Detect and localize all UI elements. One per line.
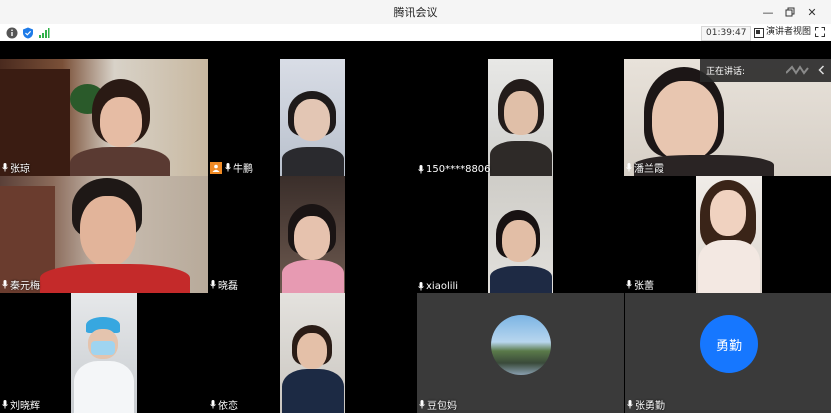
- participant-label: 张蕾: [626, 277, 654, 292]
- participant-label: 张勇勤: [627, 397, 665, 412]
- avatar: [491, 315, 551, 375]
- close-icon[interactable]: ✕: [801, 0, 823, 24]
- speaking-label: 正在讲话:: [706, 67, 746, 77]
- mic-icon: [2, 400, 8, 409]
- speaker-view-label: 演讲者视图: [766, 27, 812, 37]
- video-tile[interactable]: 刘晓辉: [0, 293, 208, 413]
- participant-name: 刘晓辉: [10, 401, 40, 412]
- participant-label: 牛鹏: [210, 160, 253, 175]
- shield-icon[interactable]: [22, 27, 34, 39]
- mic-icon: [225, 163, 231, 172]
- video-tile[interactable]: 牛鹏: [208, 59, 416, 176]
- mic-icon: [419, 400, 425, 409]
- meeting-timer: 01:39:47: [701, 26, 752, 41]
- participant-label: 潘兰霞: [626, 160, 664, 175]
- mic-icon: [626, 163, 632, 172]
- participant-name: 张勇勤: [635, 401, 665, 412]
- participant-label: 晓磊: [210, 277, 238, 292]
- participant-name: 张琼: [10, 164, 30, 175]
- participant-label: 张琼: [2, 160, 30, 175]
- window-title: 腾讯会议: [393, 6, 438, 19]
- speaker-view-icon: [754, 27, 764, 38]
- video-tile[interactable]: 晓磊: [208, 176, 416, 293]
- mic-icon: [210, 280, 216, 289]
- participant-name: 豆包妈: [427, 401, 457, 412]
- mic-icon: [2, 163, 8, 172]
- mic-icon: [210, 400, 216, 409]
- video-tile[interactable]: 张琼: [0, 59, 208, 176]
- video-tile[interactable]: 150****8806: [416, 59, 624, 176]
- mic-icon: [2, 280, 8, 289]
- participant-name: 150****8806: [426, 164, 491, 175]
- participant-name: 张蕾: [634, 281, 654, 292]
- mic-icon: [626, 280, 632, 289]
- participant-label: 刘晓辉: [2, 397, 40, 412]
- video-tile[interactable]: 张蕾: [624, 176, 831, 293]
- participant-name: 潘兰霞: [634, 164, 664, 175]
- info-icon[interactable]: [6, 27, 18, 39]
- participant-label: xiaolili: [418, 281, 458, 292]
- audio-wave-icon: [786, 65, 809, 75]
- minimize-icon[interactable]: —: [757, 0, 779, 24]
- video-grid: 张琼 牛鹏 150****8806 潘兰霞 秦元梅 晓磊 xiaolili 张蕾…: [0, 41, 831, 413]
- video-tile[interactable]: 秦元梅: [0, 176, 208, 293]
- participant-label: 150****8806: [418, 164, 491, 175]
- participant-label: 豆包妈: [419, 397, 457, 412]
- host-icon: [210, 161, 222, 174]
- mic-icon: [627, 400, 633, 409]
- participant-name: 晓磊: [218, 281, 238, 292]
- collapse-arrow-icon[interactable]: [817, 65, 827, 75]
- participant-label: 秦元梅: [2, 277, 40, 292]
- title-bar: 腾讯会议 — ✕: [0, 0, 831, 24]
- fullscreen-icon[interactable]: [815, 27, 825, 37]
- participant-name: 秦元梅: [10, 281, 40, 292]
- speaking-indicator: 正在讲话:: [700, 59, 831, 82]
- avatar-tile[interactable]: 勇勤 张勇勤: [625, 293, 831, 413]
- mic-icon: [418, 165, 424, 174]
- mic-icon: [418, 282, 424, 291]
- avatar: 勇勤: [700, 315, 758, 373]
- participant-name: 依恋: [218, 401, 238, 412]
- avatar-tile[interactable]: 豆包妈: [417, 293, 624, 413]
- video-tile[interactable]: 依恋: [208, 293, 416, 413]
- participant-name: 牛鹏: [233, 164, 253, 175]
- video-tile[interactable]: xiaolili: [416, 176, 624, 293]
- restore-icon[interactable]: [779, 0, 801, 24]
- speaker-view-button[interactable]: 演讲者视图: [754, 26, 811, 39]
- signal-icon[interactable]: [38, 27, 50, 39]
- avatar-text: 勇勤: [715, 338, 742, 354]
- participant-name: xiaolili: [426, 281, 459, 292]
- participant-label: 依恋: [210, 397, 238, 412]
